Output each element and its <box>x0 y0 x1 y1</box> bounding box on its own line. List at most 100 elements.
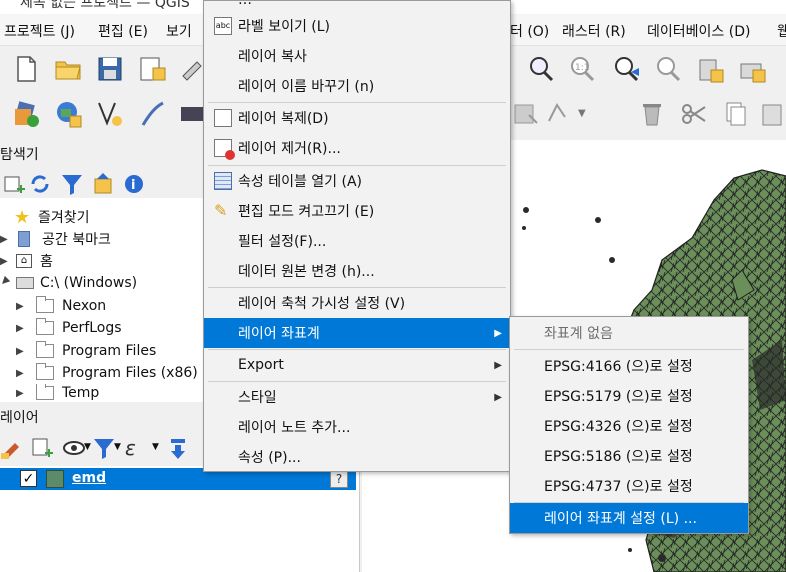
save-project-icon[interactable] <box>94 53 126 85</box>
svg-text:1:1: 1:1 <box>575 63 589 73</box>
menu-item-layer-crs[interactable]: 레이어 좌표계 ▶ <box>204 318 510 348</box>
submenu-arrow-icon: ▶ <box>494 391 502 403</box>
folder-icon <box>36 363 54 380</box>
drive-icon <box>16 277 34 289</box>
expand-arrow-icon[interactable]: ▶ <box>16 323 30 334</box>
menu-item-set-filter[interactable]: 필터 설정(F)... <box>204 226 510 256</box>
menu-vector[interactable]: 터 (O) <box>510 21 549 41</box>
star-icon: ★ <box>14 206 31 228</box>
chevron-down-icon[interactable]: ▼ <box>578 108 586 119</box>
layout-manager-icon[interactable] <box>136 53 168 85</box>
layer-visibility-checkbox[interactable]: ✓ <box>20 470 37 487</box>
menu-edit[interactable]: 편집 (E) <box>98 21 148 41</box>
submenu-item-epsg-4326[interactable]: EPSG:4326 (으)로 설정 <box>510 411 748 441</box>
expand-arrow-icon[interactable]: ▶ <box>16 301 30 312</box>
tree-item-home[interactable]: ▶ ⌂ 홈 <box>0 250 53 272</box>
menu-item-scale-visibility[interactable]: 레이어 축척 가시성 설정 (V) <box>204 288 510 318</box>
style-panel-icon[interactable] <box>0 432 28 464</box>
tree-item-folder[interactable]: ▶ Program Files <box>16 340 156 362</box>
cut-features-icon[interactable] <box>678 98 710 130</box>
menu-item-properties[interactable]: 속성 (P)... <box>204 442 510 472</box>
new-project-icon[interactable] <box>10 53 42 85</box>
expand-arrow-icon[interactable]: ▶ <box>16 368 30 379</box>
copy-features-icon[interactable] <box>720 98 752 130</box>
menu-item-styles[interactable]: 스타일 ▶ <box>204 382 510 412</box>
collapse-all-icon[interactable] <box>88 168 120 200</box>
menu-item-export[interactable]: Export ▶ <box>204 350 510 380</box>
menu-item-add-layer-notes[interactable]: 레이어 노트 추가... <box>204 412 510 442</box>
expand-arrow-icon[interactable]: ▶ <box>0 234 14 245</box>
menu-item-remove-layer[interactable]: 레이어 제거(R)... <box>204 133 510 163</box>
tree-item-folder[interactable]: ▶ Program Files (x86) <box>16 362 198 384</box>
new-bookmark-icon[interactable] <box>694 53 726 85</box>
expression-filter-icon[interactable]: ε <box>120 432 152 464</box>
add-vector-layer-icon[interactable] <box>10 98 42 130</box>
layer-context-menu: … abc 라벨 보이기 (L) 레이어 복사 레이어 이름 바꾸기 (n) 레… <box>203 0 511 472</box>
bookmark-icon <box>18 231 30 247</box>
submenu-item-epsg-4166[interactable]: EPSG:4166 (으)로 설정 <box>510 351 748 381</box>
tree-item-label: Program Files (x86) <box>62 365 198 381</box>
menu-project[interactable]: 프로젝트 (J) <box>4 21 75 41</box>
layer-name: emd <box>72 470 107 486</box>
menu-item-duplicate-layer[interactable]: 레이어 복제(D) <box>204 103 510 133</box>
zoom-last-icon[interactable] <box>610 53 642 85</box>
tree-item-folder[interactable]: ▶ Nexon <box>16 295 106 317</box>
refresh-icon[interactable] <box>24 168 56 200</box>
expand-arrow-icon[interactable]: ▶ <box>0 256 14 267</box>
tree-item-drive-c[interactable]: ▼ C:\ (Windows) <box>0 272 137 294</box>
add-raster-layer-icon[interactable] <box>52 98 84 130</box>
digitize-icon[interactable] <box>136 98 168 130</box>
add-delimited-text-icon[interactable] <box>94 98 126 130</box>
submenu-item-epsg-4737[interactable]: EPSG:4737 (으)로 설정 <box>510 471 748 501</box>
zoom-in-icon[interactable] <box>525 53 557 85</box>
duplicate-icon <box>214 109 232 127</box>
collapse-arrow-icon[interactable]: ▼ <box>0 274 16 292</box>
open-project-icon[interactable] <box>52 53 84 85</box>
label-icon: abc <box>214 17 232 35</box>
tree-item-label: 즐겨찾기 <box>38 210 90 226</box>
submenu-item-set-layer-crs[interactable]: 레이어 좌표계 설정 (L) ... <box>510 503 748 533</box>
chevron-down-icon[interactable]: ▼ <box>152 442 159 452</box>
tree-item-label: C:\ (Windows) <box>40 275 138 291</box>
menu-item-toggle-editing[interactable]: ✎ 편집 모드 켜고끄기 (E) <box>204 196 510 226</box>
info-icon[interactable]: i <box>118 168 150 200</box>
menu-item-rename-layer[interactable]: 레이어 이름 바꾸기 (n) <box>204 71 510 101</box>
tree-item-folder[interactable]: ▶ PerfLogs <box>16 317 122 339</box>
folder-icon <box>36 384 54 400</box>
delete-selected-icon[interactable] <box>636 98 668 130</box>
expand-arrow-icon[interactable]: ▶ <box>16 346 30 357</box>
tree-item-label: 홈 <box>40 254 53 270</box>
tree-item-folder[interactable]: ▶ Temp <box>16 384 99 402</box>
menu-view[interactable]: 보기 <box>166 21 192 41</box>
menu-item-show-labels[interactable]: abc 라벨 보이기 (L) <box>204 11 510 41</box>
zoom-native-icon[interactable]: 1:1 <box>566 53 598 85</box>
submenu-item-epsg-5179[interactable]: EPSG:5179 (으)로 설정 <box>510 381 748 411</box>
paste-features-icon[interactable] <box>756 98 786 130</box>
folder-icon <box>36 318 54 335</box>
tree-item-favorites[interactable]: ★ 즐겨찾기 <box>14 206 90 228</box>
add-group-icon[interactable] <box>26 432 58 464</box>
zoom-next-icon[interactable] <box>652 53 684 85</box>
menu-item-copy-layer[interactable]: 레이어 복사 <box>204 41 510 71</box>
tree-item-spatial-bookmarks[interactable]: ▶ 공간 북마크 <box>0 228 111 250</box>
unknown-crs-icon[interactable]: ? <box>330 470 348 488</box>
svg-text:ε: ε <box>125 436 136 460</box>
submenu-arrow-icon: ▶ <box>494 359 502 371</box>
filter-icon[interactable] <box>56 168 88 200</box>
show-bookmarks-icon[interactable] <box>736 53 768 85</box>
menu-web[interactable]: 웹 <box>777 21 786 41</box>
menu-item-change-data-source[interactable]: 데이터 원본 변경 (h)... <box>204 256 510 286</box>
vertex-tool-icon[interactable] <box>544 98 576 130</box>
tree-item-label: PerfLogs <box>62 320 122 336</box>
select-feature-icon[interactable] <box>510 98 542 130</box>
expand-arrow-icon[interactable]: ▶ <box>16 388 30 399</box>
menu-database[interactable]: 데이터베이스 (D) <box>647 21 750 41</box>
menu-separator <box>514 349 744 350</box>
submenu-arrow-icon: ▶ <box>494 327 502 339</box>
submenu-item-epsg-5186[interactable]: EPSG:5186 (으)로 설정 <box>510 441 748 471</box>
expand-all-icon[interactable] <box>162 432 194 464</box>
svg-text:i: i <box>131 178 135 193</box>
layer-crs-submenu: 좌표계 없음 EPSG:4166 (으)로 설정 EPSG:5179 (으)로 … <box>509 316 749 534</box>
menu-raster[interactable]: 래스터 (R) <box>562 21 626 41</box>
menu-item-open-attribute-table[interactable]: 속성 테이블 열기 (A) <box>204 166 510 196</box>
